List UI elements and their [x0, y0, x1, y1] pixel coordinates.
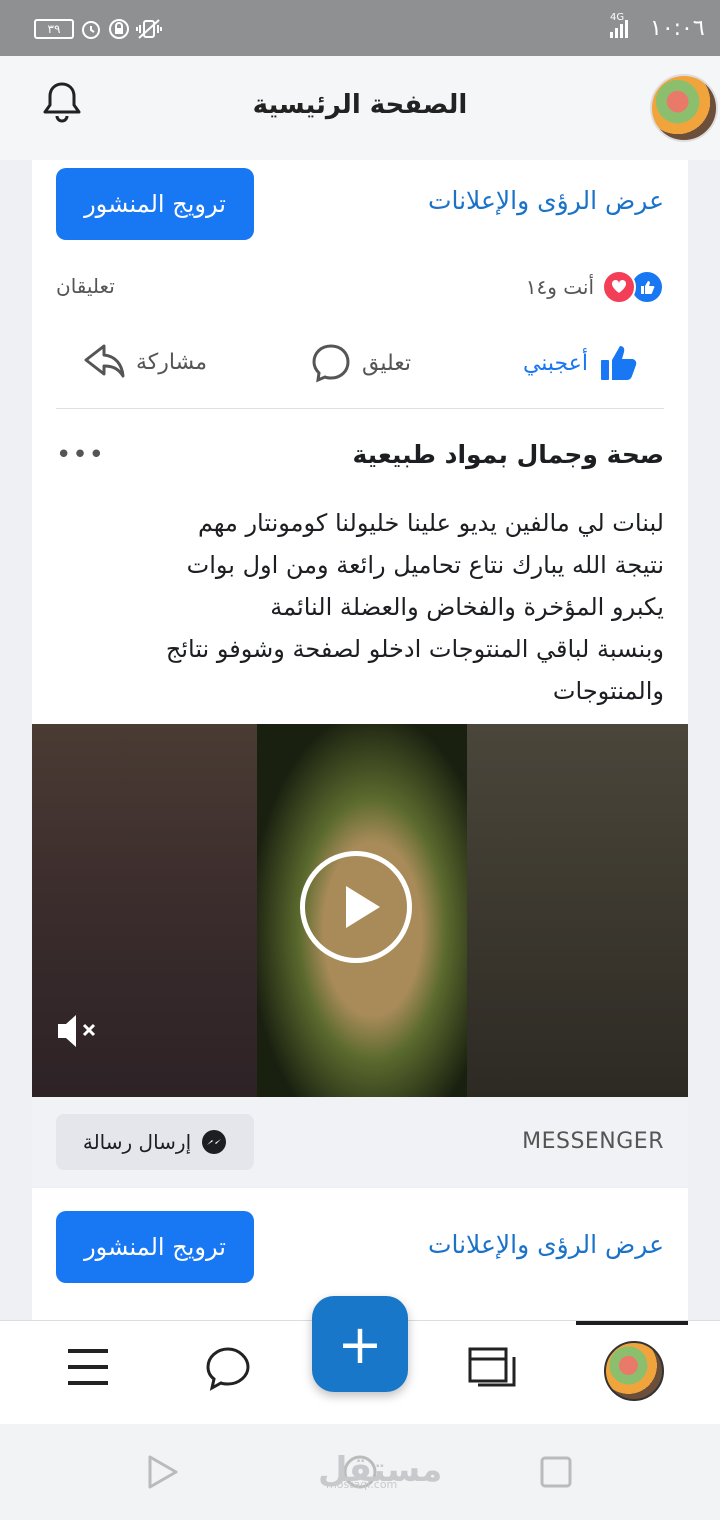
love-reaction-icon — [602, 270, 636, 304]
status-bar: ٣٩ 4G ١٠:٠٦ — [0, 0, 720, 56]
menu-icon[interactable] — [66, 1347, 110, 1391]
muted-speaker-icon[interactable] — [54, 1009, 102, 1057]
battery-indicator: ٣٩ — [34, 19, 74, 39]
comment-button[interactable]: تعليق — [310, 342, 411, 384]
promote-post-button-2[interactable]: ترويج المنشور — [56, 1211, 254, 1283]
share-label: مشاركة — [136, 349, 208, 375]
back-nav-icon[interactable] — [146, 1454, 180, 1494]
post-video[interactable] — [32, 724, 688, 1097]
create-post-button[interactable]: + — [312, 1296, 408, 1392]
status-icons — [80, 18, 162, 40]
profile-avatar-tab[interactable] — [604, 1341, 664, 1401]
pages-feed-icon[interactable] — [466, 1345, 518, 1397]
active-tab-indicator — [576, 1321, 688, 1325]
app-header: الصفحة الرئيسية — [0, 56, 720, 160]
video-blur-right — [467, 724, 688, 1097]
lock-icon — [109, 19, 129, 39]
play-button-icon[interactable] — [300, 851, 412, 963]
promote-post-button[interactable]: ترويج المنشور — [56, 168, 254, 240]
page-avatar[interactable] — [650, 74, 718, 142]
comment-bubble-icon — [312, 344, 350, 383]
like-button[interactable]: أعجبني — [523, 342, 640, 384]
post-top-actions: عرض الرؤى والإعلانات ترويج المنشور — [32, 160, 688, 260]
post-page-name[interactable]: صحة وجمال بمواد طبيعية — [353, 440, 665, 469]
view-insights-link[interactable]: عرض الرؤى والإعلانات — [428, 186, 664, 215]
more-options-icon[interactable]: ••• — [56, 440, 105, 470]
messenger-cta-bar: MESSENGER إرسال رسالة — [32, 1097, 688, 1187]
post-body-text: لبنات لي مالفين يديو علينا خليولنا كومون… — [165, 509, 664, 705]
comment-label: تعليق — [362, 350, 412, 376]
page-title: الصفحة الرئيسية — [252, 90, 468, 120]
messenger-label: MESSENGER — [522, 1129, 664, 1154]
divider — [56, 408, 664, 409]
reactions-count: أنت و١٤ — [525, 275, 594, 299]
comments-count[interactable]: تعليقان — [56, 274, 115, 298]
inbox-icon[interactable] — [204, 1345, 252, 1397]
reactions-summary[interactable]: أنت و١٤ — [526, 270, 664, 304]
view-insights-link-2[interactable]: عرض الرؤى والإعلانات — [428, 1230, 664, 1259]
clock: ١٠:٠٦ — [650, 16, 705, 41]
like-label: أعجبني — [522, 350, 588, 376]
thumbs-up-icon — [601, 346, 637, 380]
alarm-icon — [82, 21, 100, 39]
network-type: 4G — [610, 12, 625, 23]
messenger-icon — [202, 1130, 227, 1154]
vibrate-icon — [136, 19, 162, 39]
share-arrow-icon — [84, 344, 125, 378]
recents-nav-icon[interactable] — [540, 1456, 572, 1492]
send-message-label: إرسال رسالة — [82, 1130, 192, 1154]
watermark-url: mostaql.com — [326, 1478, 398, 1491]
signal-icon: 4G — [610, 12, 632, 42]
share-button[interactable]: مشاركة — [82, 342, 207, 382]
send-message-button[interactable]: إرسال رسالة — [56, 1114, 254, 1170]
